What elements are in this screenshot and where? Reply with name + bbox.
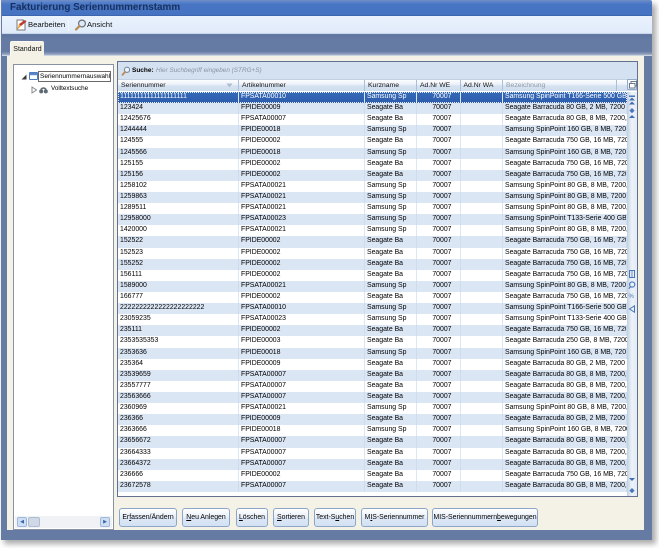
svg-text:%: %	[629, 294, 635, 300]
